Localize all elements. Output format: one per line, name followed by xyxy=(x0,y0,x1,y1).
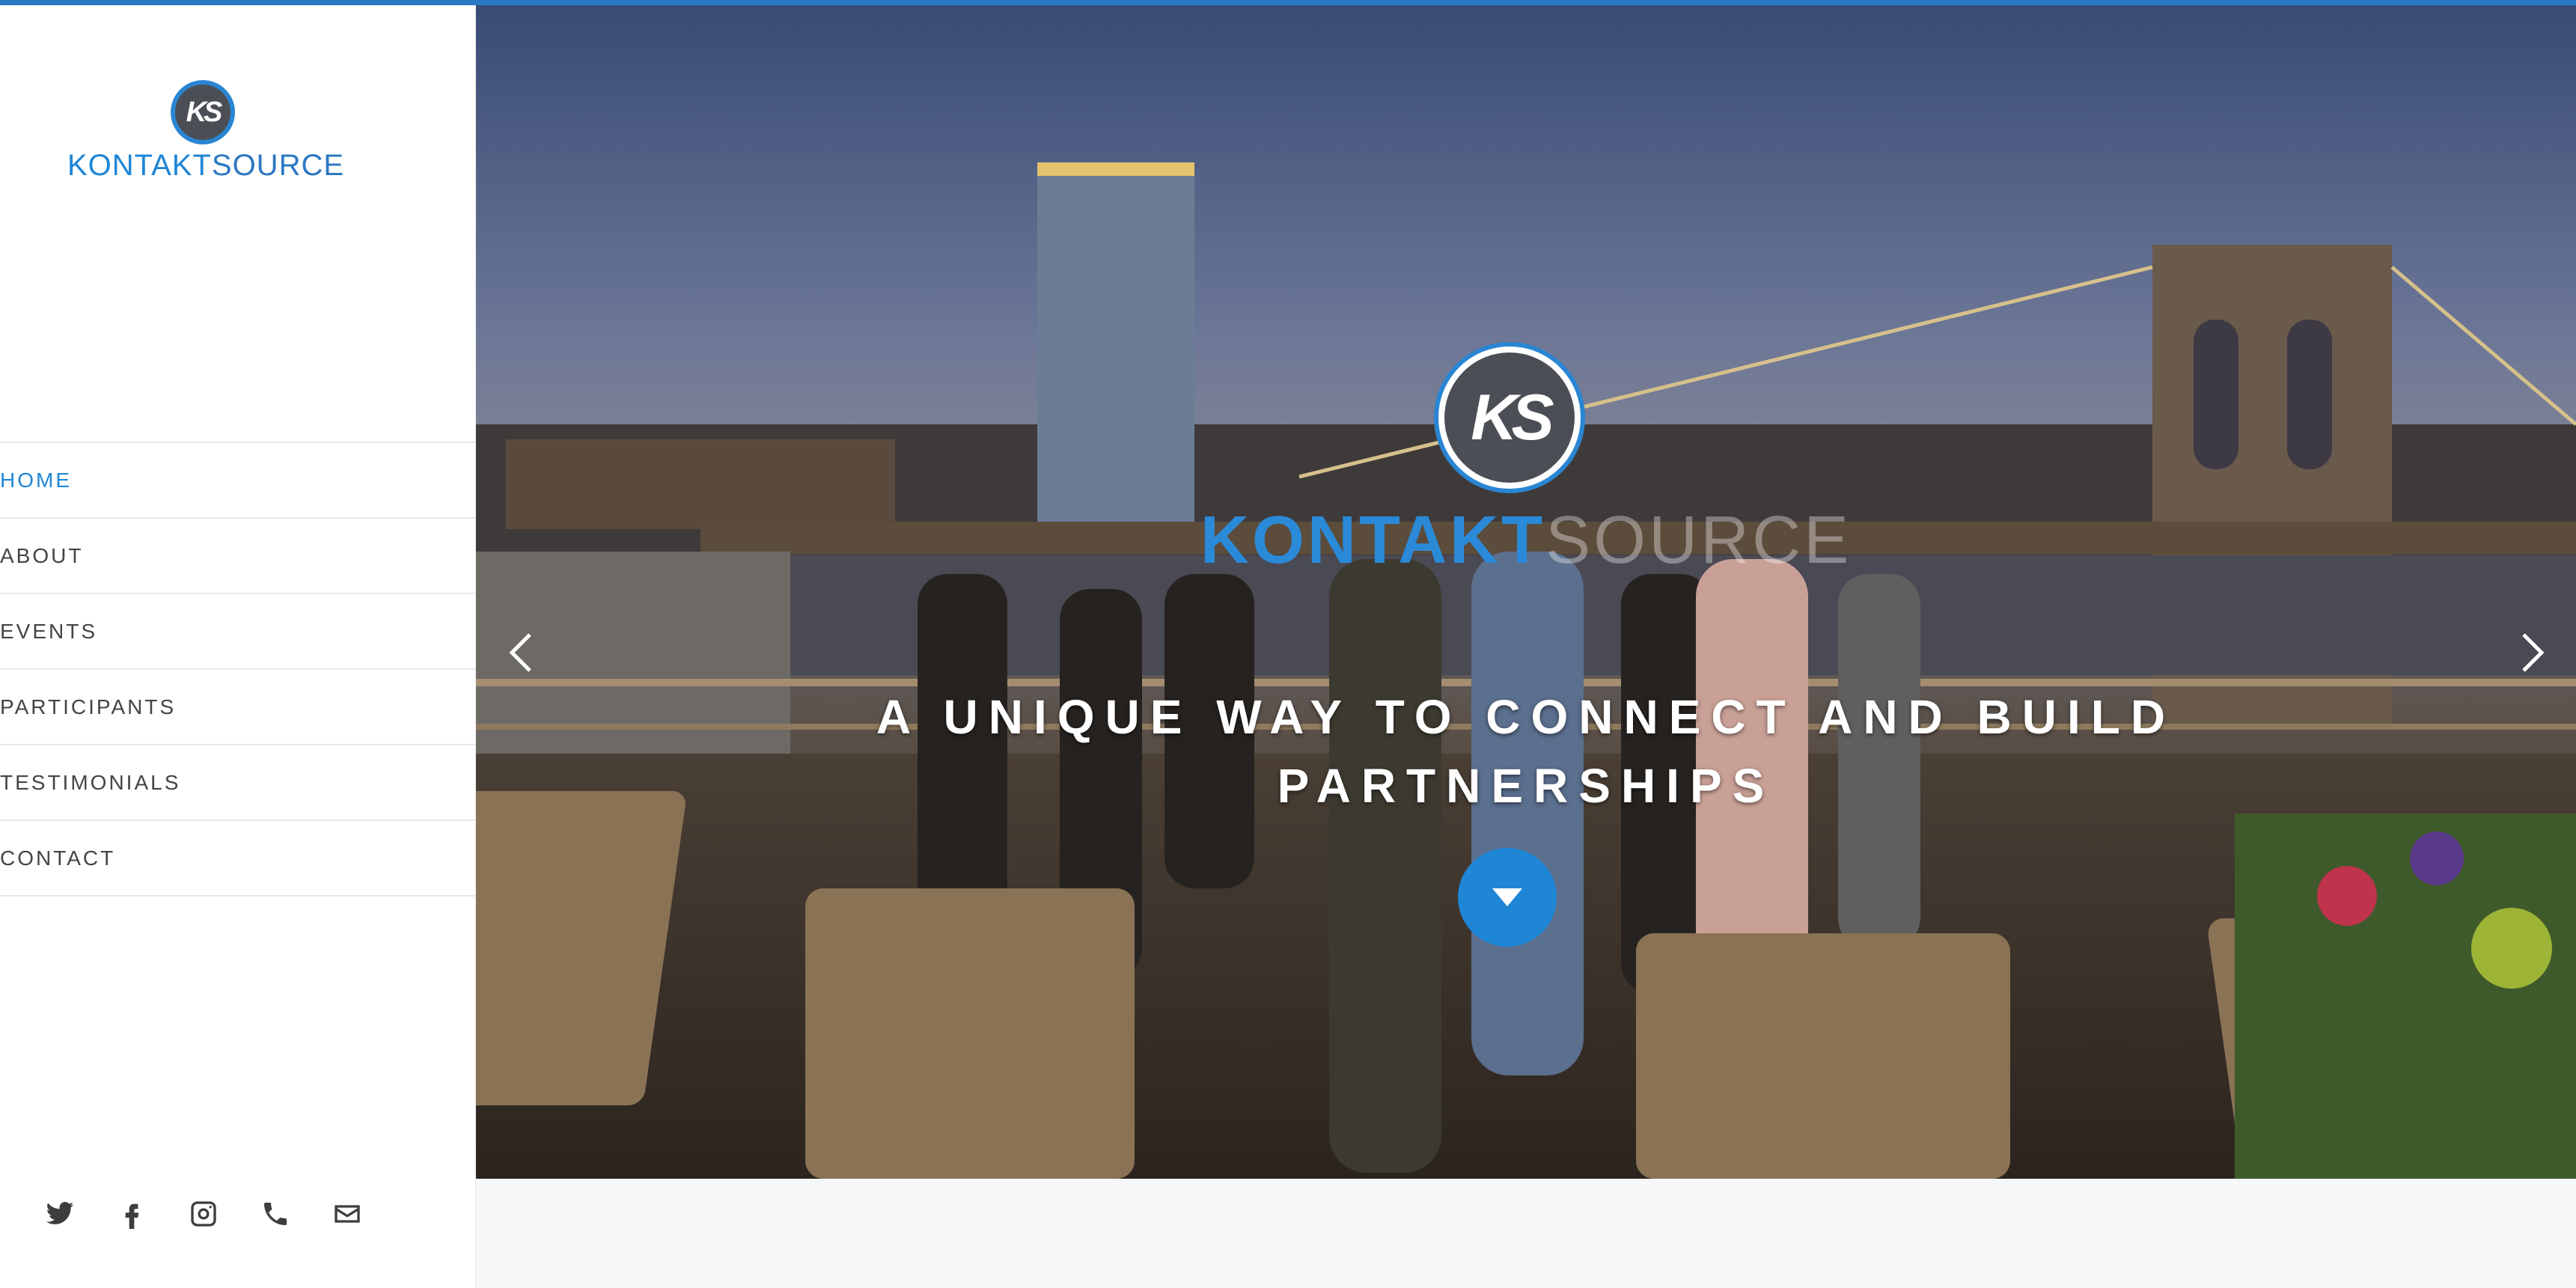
nav-item-testimonials[interactable]: TESTIMONIALS xyxy=(0,745,476,821)
hero-logo-wordmark: KONTAKTSOURCE xyxy=(1200,503,1852,578)
hero-logo-mark: KS xyxy=(1438,347,1581,489)
nav-item-events[interactable]: EVENTS xyxy=(0,594,476,670)
nav-item-contact[interactable]: CONTACT xyxy=(0,821,476,897)
site-logo[interactable]: KS KONTAKTSOURCE xyxy=(60,80,352,185)
scroll-down-button[interactable] xyxy=(1458,848,1557,947)
page-content-area xyxy=(476,1179,2576,1288)
top-accent-bar xyxy=(0,0,2576,5)
logo-mark: KS xyxy=(171,80,235,144)
sidebar: KS KONTAKTSOURCE HOME ABOUT EVENTS PARTI… xyxy=(0,5,476,1288)
phone-icon[interactable] xyxy=(257,1196,293,1232)
chevron-right-icon xyxy=(2522,633,2545,672)
social-links xyxy=(42,1195,365,1233)
twitter-icon[interactable] xyxy=(42,1196,78,1232)
email-icon[interactable] xyxy=(329,1196,365,1232)
logo-wordmark: KONTAKTSOURCE xyxy=(67,149,345,182)
main-nav: HOME ABOUT EVENTS PARTICIPANTS TESTIMONI… xyxy=(0,442,476,897)
hero-slider: KS KONTAKTSOURCE A UNIQUE WAY TO CONNECT… xyxy=(476,5,2576,1179)
nav-item-home[interactable]: HOME xyxy=(0,443,476,519)
facebook-icon[interactable] xyxy=(114,1196,150,1232)
caret-down-icon xyxy=(1492,888,1522,906)
next-slide-button[interactable] xyxy=(2512,626,2557,679)
instagram-icon[interactable] xyxy=(186,1196,222,1232)
hero-background-image xyxy=(476,5,2576,1179)
prev-slide-button[interactable] xyxy=(497,626,542,679)
hero-heading: A UNIQUE WAY TO CONNECT AND BUILD PARTNE… xyxy=(876,689,2176,813)
nav-item-participants[interactable]: PARTICIPANTS xyxy=(0,670,476,745)
nav-item-about[interactable]: ABOUT xyxy=(0,519,476,594)
chevron-left-icon xyxy=(509,633,531,672)
